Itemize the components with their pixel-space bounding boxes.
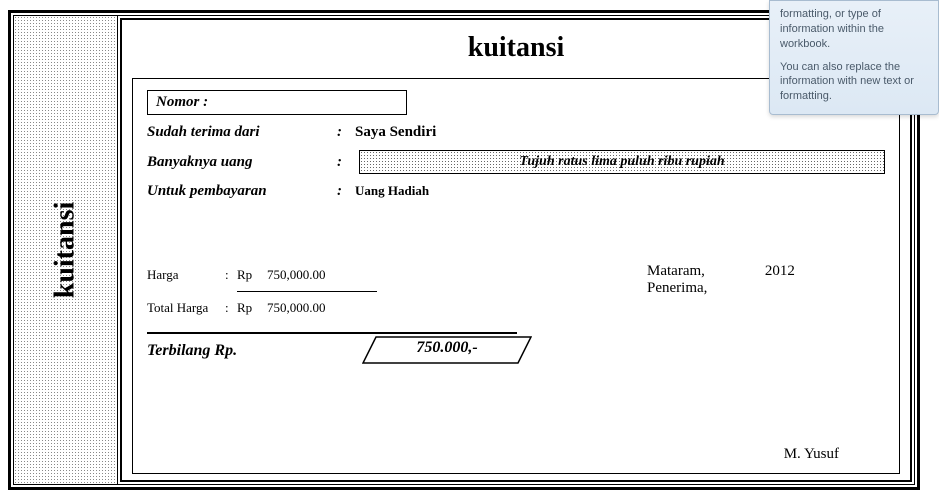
- purpose-value: Uang Hadiah: [355, 183, 429, 199]
- currency: Rp: [237, 300, 267, 316]
- signature-place-year: Mataram, 2012: [647, 263, 885, 280]
- total-label: Total Harga: [147, 300, 225, 316]
- harga-value: 750,000.00: [267, 267, 326, 283]
- signature-block: Mataram, 2012 Penerima,: [477, 263, 885, 320]
- terbilang-value: 750.000,-: [362, 339, 532, 357]
- received-from-label: Sudah terima dari: [147, 124, 337, 141]
- total-value: 750,000.00: [267, 300, 326, 316]
- terbilang-top-rule: [147, 332, 517, 334]
- signature-role: Penerima,: [647, 280, 885, 297]
- colon: :: [225, 300, 237, 316]
- price-divider: [237, 291, 377, 292]
- signature-place: Mataram,: [647, 263, 705, 280]
- row-total: Total Harga : Rp 750,000.00: [147, 296, 477, 320]
- colon: :: [225, 267, 237, 283]
- signature-year: 2012: [765, 263, 795, 280]
- spine-title: kuitansi: [50, 202, 82, 299]
- nomor-label: Nomor :: [156, 94, 208, 111]
- nomor-box: Nomor :: [147, 90, 407, 115]
- row-amount: Banyaknya uang : Tujuh ratus lima puluh …: [147, 147, 885, 177]
- colon: :: [337, 124, 355, 141]
- tooltip-text-1: formatting, or type of information withi…: [780, 7, 928, 52]
- row-terbilang: Terbilang Rp. 750.000,-: [147, 334, 885, 364]
- terbilang-label: Terbilang Rp.: [147, 336, 362, 362]
- amount-label: Banyaknya uang: [147, 154, 337, 171]
- price-block: Harga : Rp 750,000.00 Total Harga : Rp 7…: [147, 263, 477, 320]
- spacer: [147, 207, 885, 257]
- currency: Rp: [237, 267, 267, 283]
- row-received-from: Sudah terima dari : Saya Sendiri: [147, 117, 885, 147]
- terbilang-box: 750.000,-: [362, 336, 532, 364]
- harga-label: Harga: [147, 267, 225, 283]
- purpose-label: Untuk pembayaran: [147, 183, 337, 200]
- row-harga: Harga : Rp 750,000.00: [147, 263, 477, 287]
- row-purpose: Untuk pembayaran : Uang Hadiah: [147, 177, 885, 207]
- received-from-value: Saya Sendiri: [355, 124, 885, 141]
- receipt-spine: kuitansi: [14, 16, 118, 484]
- colon: :: [337, 183, 355, 200]
- signature-name: M. Yusuf: [784, 446, 839, 463]
- tooltip-text-2: You can also replace the information wit…: [780, 60, 928, 105]
- receipt-body: Nomor : Sudah terima dari : Saya Sendiri…: [132, 78, 900, 474]
- colon: :: [337, 154, 355, 171]
- lower-section: Harga : Rp 750,000.00 Total Harga : Rp 7…: [147, 263, 885, 320]
- help-tooltip: formatting, or type of information withi…: [769, 0, 939, 115]
- amount-words-box: Tujuh ratus lima puluh ribu rupiah: [359, 150, 885, 174]
